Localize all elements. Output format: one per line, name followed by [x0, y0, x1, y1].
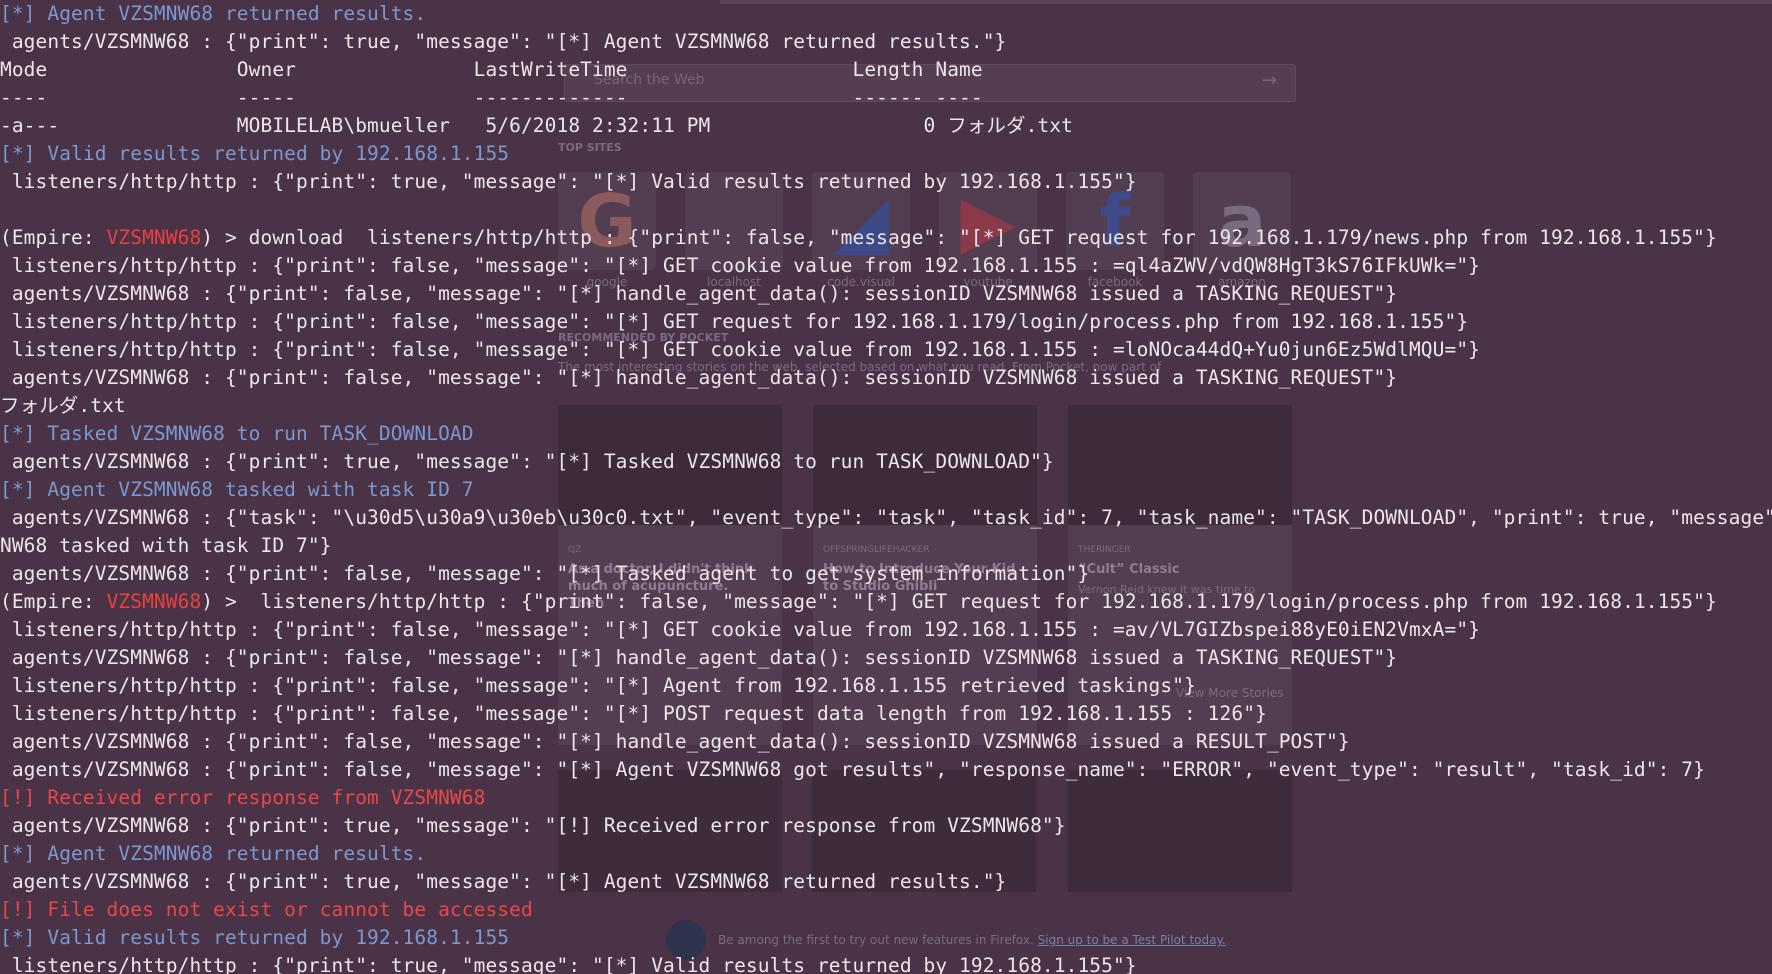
terminal-line: listeners/http/http : {"print": false, "…: [0, 700, 1772, 728]
terminal-line: [*] Agent VZSMNW68 returned results.: [0, 840, 1772, 868]
terminal-text: [!] File does not exist or cannot be acc…: [0, 898, 533, 921]
terminal-text: listeners/http/http : {"print": false, "…: [0, 674, 1196, 697]
terminal-line: agents/VZSMNW68 : {"print": false, "mess…: [0, 756, 1772, 784]
terminal-line: [*] Agent VZSMNW68 returned results.: [0, 0, 1772, 28]
terminal-line: フォルダ.txt: [0, 392, 1772, 420]
terminal-line: agents/VZSMNW68 : {"print": false, "mess…: [0, 560, 1772, 588]
terminal-text: ) > download listeners/http/http : {"pri…: [201, 226, 1717, 249]
terminal-line: listeners/http/http : {"print": true, "m…: [0, 952, 1772, 974]
terminal-text: [*] Agent VZSMNW68 tasked with task ID 7: [0, 478, 474, 501]
terminal-text: NW68 tasked with task ID 7"}: [0, 534, 332, 557]
terminal-text: listeners/http/http : {"print": false, "…: [0, 338, 1480, 361]
terminal-line: agents/VZSMNW68 : {"print": true, "messa…: [0, 448, 1772, 476]
terminal-line: [*] Valid results returned by 192.168.1.…: [0, 924, 1772, 952]
terminal-text: [!] Received error response from VZSMNW6…: [0, 786, 486, 809]
terminal-line: [!] Received error response from VZSMNW6…: [0, 784, 1772, 812]
terminal-line: agents/VZSMNW68 : {"print": true, "messa…: [0, 28, 1772, 56]
terminal-line: agents/VZSMNW68 : {"print": true, "messa…: [0, 812, 1772, 840]
terminal-line: ---- ----- ------------- ------ ----: [0, 84, 1772, 112]
terminal-line: NW68 tasked with task ID 7"}: [0, 532, 1772, 560]
terminal-text: agents/VZSMNW68 : {"print": true, "messa…: [0, 30, 1007, 53]
terminal-line: (Empire: VZSMNW68) > download listeners/…: [0, 224, 1772, 252]
terminal-line: listeners/http/http : {"print": false, "…: [0, 308, 1772, 336]
terminal-text: agents/VZSMNW68 : {"print": false, "mess…: [0, 730, 1350, 753]
terminal-line: listeners/http/http : {"print": false, "…: [0, 336, 1772, 364]
terminal-line: (Empire: VZSMNW68) > listeners/http/http…: [0, 588, 1772, 616]
agent-name: VZSMNW68: [106, 590, 202, 613]
terminal-text: フォルダ.txt: [0, 394, 126, 417]
terminal-text: -a--- MOBILELAB\bmueller 5/6/2018 2:32:1…: [0, 114, 1073, 137]
terminal-text: agents/VZSMNW68 : {"print": true, "messa…: [0, 814, 1066, 837]
terminal-text: listeners/http/http : {"print": false, "…: [0, 310, 1469, 333]
terminal-text: listeners/http/http : {"print": false, "…: [0, 254, 1480, 277]
terminal-text: [*] Agent VZSMNW68 returned results.: [0, 2, 427, 25]
terminal-text: listeners/http/http : {"print": true, "m…: [0, 954, 1137, 974]
terminal-text: listeners/http/http : {"print": true, "m…: [0, 170, 1137, 193]
terminal-text: listeners/http/http : {"print": false, "…: [0, 618, 1480, 641]
terminal-line: listeners/http/http : {"print": true, "m…: [0, 168, 1772, 196]
terminal-line: agents/VZSMNW68 : {"print": true, "messa…: [0, 868, 1772, 896]
terminal-line: [*] Valid results returned by 192.168.1.…: [0, 140, 1772, 168]
terminal-text: agents/VZSMNW68 : {"print": false, "mess…: [0, 366, 1398, 389]
terminal-text: [*] Agent VZSMNW68 returned results.: [0, 842, 427, 865]
terminal-line: agents/VZSMNW68 : {"print": false, "mess…: [0, 644, 1772, 672]
terminal-text: agents/VZSMNW68 : {"print": true, "messa…: [0, 450, 1054, 473]
terminal-text: [*] Valid results returned by 192.168.1.…: [0, 926, 510, 949]
terminal-text: agents/VZSMNW68 : {"print": false, "mess…: [0, 282, 1398, 305]
terminal-text: listeners/http/http : {"print": false, "…: [0, 702, 1267, 725]
agent-name: VZSMNW68: [106, 226, 202, 249]
terminal-line: agents/VZSMNW68 : {"print": false, "mess…: [0, 280, 1772, 308]
terminal-line: -a--- MOBILELAB\bmueller 5/6/2018 2:32:1…: [0, 112, 1772, 140]
terminal-line: listeners/http/http : {"print": false, "…: [0, 252, 1772, 280]
terminal-line: listeners/http/http : {"print": false, "…: [0, 616, 1772, 644]
terminal-line: agents/VZSMNW68 : {"print": false, "mess…: [0, 364, 1772, 392]
terminal-text: agents/VZSMNW68 : {"print": true, "messa…: [0, 870, 1007, 893]
terminal-line: [*] Agent VZSMNW68 tasked with task ID 7: [0, 476, 1772, 504]
terminal-text: ) > listeners/http/http : {"print": fals…: [201, 590, 1717, 613]
terminal-line: listeners/http/http : {"print": false, "…: [0, 672, 1772, 700]
terminal-text: agents/VZSMNW68 : {"print": false, "mess…: [0, 646, 1398, 669]
terminal-text: Mode Owner LastWriteTime Length Name: [0, 58, 983, 81]
terminal-text: [*] Valid results returned by 192.168.1.…: [0, 142, 510, 165]
terminal-line: [!] File does not exist or cannot be acc…: [0, 896, 1772, 924]
terminal-line: [*] Tasked VZSMNW68 to run TASK_DOWNLOAD: [0, 420, 1772, 448]
terminal-text: [*] Tasked VZSMNW68 to run TASK_DOWNLOAD: [0, 422, 474, 445]
terminal-text: ---- ----- ------------- ------ ----: [0, 86, 983, 109]
terminal-text: agents/VZSMNW68 : {"task": "\u30d5\u30a9…: [0, 506, 1772, 529]
terminal-text: agents/VZSMNW68 : {"print": false, "mess…: [0, 562, 1090, 585]
terminal-text: agents/VZSMNW68 : {"print": false, "mess…: [0, 758, 1705, 781]
terminal-output[interactable]: [*] Agent VZSMNW68 returned results. age…: [0, 0, 1772, 974]
terminal-line: agents/VZSMNW68 : {"task": "\u30d5\u30a9…: [0, 504, 1772, 532]
terminal-text: (Empire:: [0, 590, 107, 613]
terminal-line: agents/VZSMNW68 : {"print": false, "mess…: [0, 728, 1772, 756]
terminal-text: (Empire:: [0, 226, 107, 249]
terminal-line: Mode Owner LastWriteTime Length Name: [0, 56, 1772, 84]
